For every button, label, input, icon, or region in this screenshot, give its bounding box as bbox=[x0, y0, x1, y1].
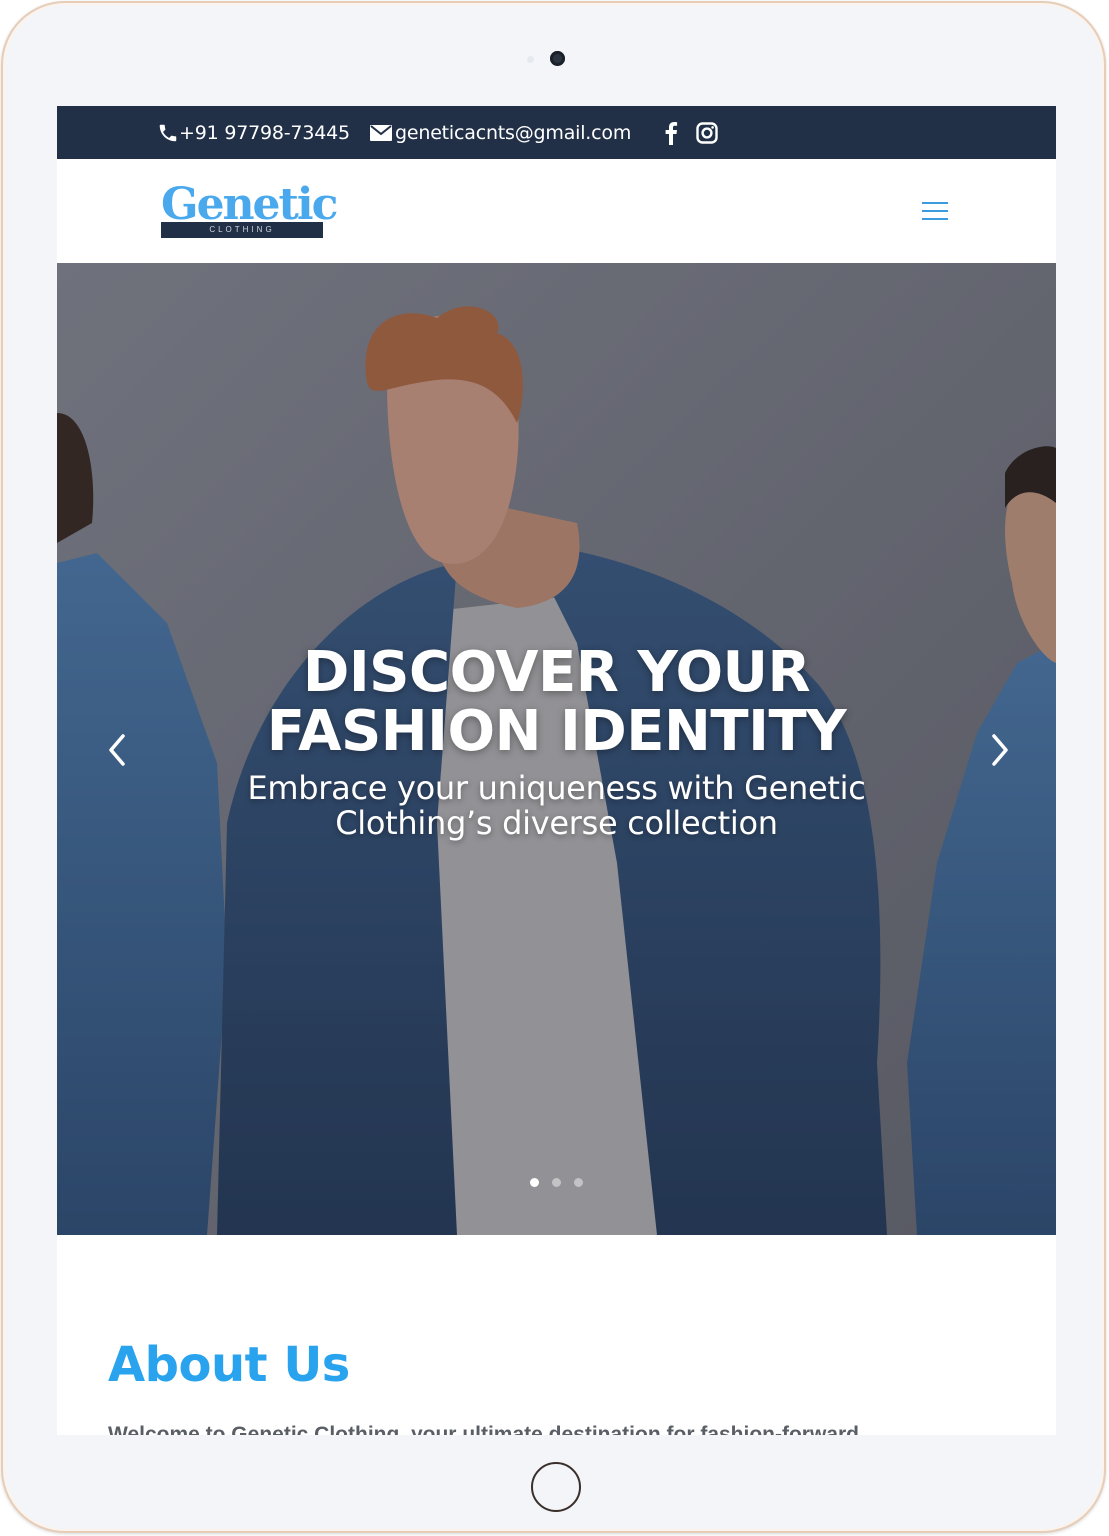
hero-title-line-1: DISCOVER YOUR bbox=[302, 640, 811, 705]
site-header: Genetic CLOTHING bbox=[57, 159, 1056, 263]
hero-subtitle: Embrace your uniqueness with Genetic Clo… bbox=[57, 771, 1056, 841]
mail-icon bbox=[370, 124, 392, 142]
slider-dot-2[interactable] bbox=[552, 1178, 561, 1187]
chevron-right-icon bbox=[992, 734, 1008, 766]
screen: +91 97798-73445 geneticacnts@gmail.com G… bbox=[57, 106, 1056, 1435]
chevron-left-icon bbox=[109, 734, 125, 766]
instagram-icon bbox=[696, 121, 718, 144]
instagram-link[interactable] bbox=[696, 106, 718, 159]
proximity-sensor bbox=[527, 56, 534, 63]
site-logo[interactable]: Genetic CLOTHING bbox=[161, 180, 338, 240]
slider-prev-button[interactable] bbox=[103, 730, 133, 770]
phone-number: +91 97798-73445 bbox=[179, 121, 350, 144]
slider-next-button[interactable] bbox=[984, 730, 1014, 770]
hero-title-line-2: FASHION IDENTITY bbox=[266, 699, 847, 764]
facebook-icon bbox=[664, 121, 678, 145]
hamburger-icon[interactable] bbox=[921, 199, 949, 223]
slider-dot-3[interactable] bbox=[574, 1178, 583, 1187]
home-button[interactable] bbox=[531, 1462, 581, 1512]
about-section: About Us Welcome to Genetic Clothing, yo… bbox=[57, 1235, 1056, 1435]
hero-subtitle-line-1: Embrace your uniqueness with Genetic bbox=[247, 769, 866, 807]
about-title: About Us bbox=[108, 1337, 350, 1393]
email-link[interactable]: geneticacnts@gmail.com bbox=[370, 106, 631, 159]
about-intro-text: Welcome to Genetic Clothing, your ultima… bbox=[108, 1423, 859, 1435]
slider-dot-1[interactable] bbox=[530, 1178, 539, 1187]
logo-tagline: CLOTHING bbox=[161, 222, 323, 238]
hero-subtitle-line-2: Clothing’s diverse collection bbox=[335, 804, 778, 842]
top-contact-bar: +91 97798-73445 geneticacnts@gmail.com bbox=[57, 106, 1056, 159]
email-address: geneticacnts@gmail.com bbox=[395, 121, 632, 144]
facebook-link[interactable] bbox=[664, 106, 678, 159]
hero-slider: DISCOVER YOUR FASHION IDENTITY Embrace y… bbox=[57, 263, 1056, 1235]
phone-link[interactable]: +91 97798-73445 bbox=[157, 106, 350, 159]
tablet-frame: +91 97798-73445 geneticacnts@gmail.com G… bbox=[1, 1, 1106, 1533]
slider-pagination bbox=[528, 1178, 588, 1190]
hero-title: DISCOVER YOUR FASHION IDENTITY bbox=[57, 643, 1056, 761]
phone-icon bbox=[157, 122, 179, 144]
front-camera bbox=[550, 51, 565, 66]
